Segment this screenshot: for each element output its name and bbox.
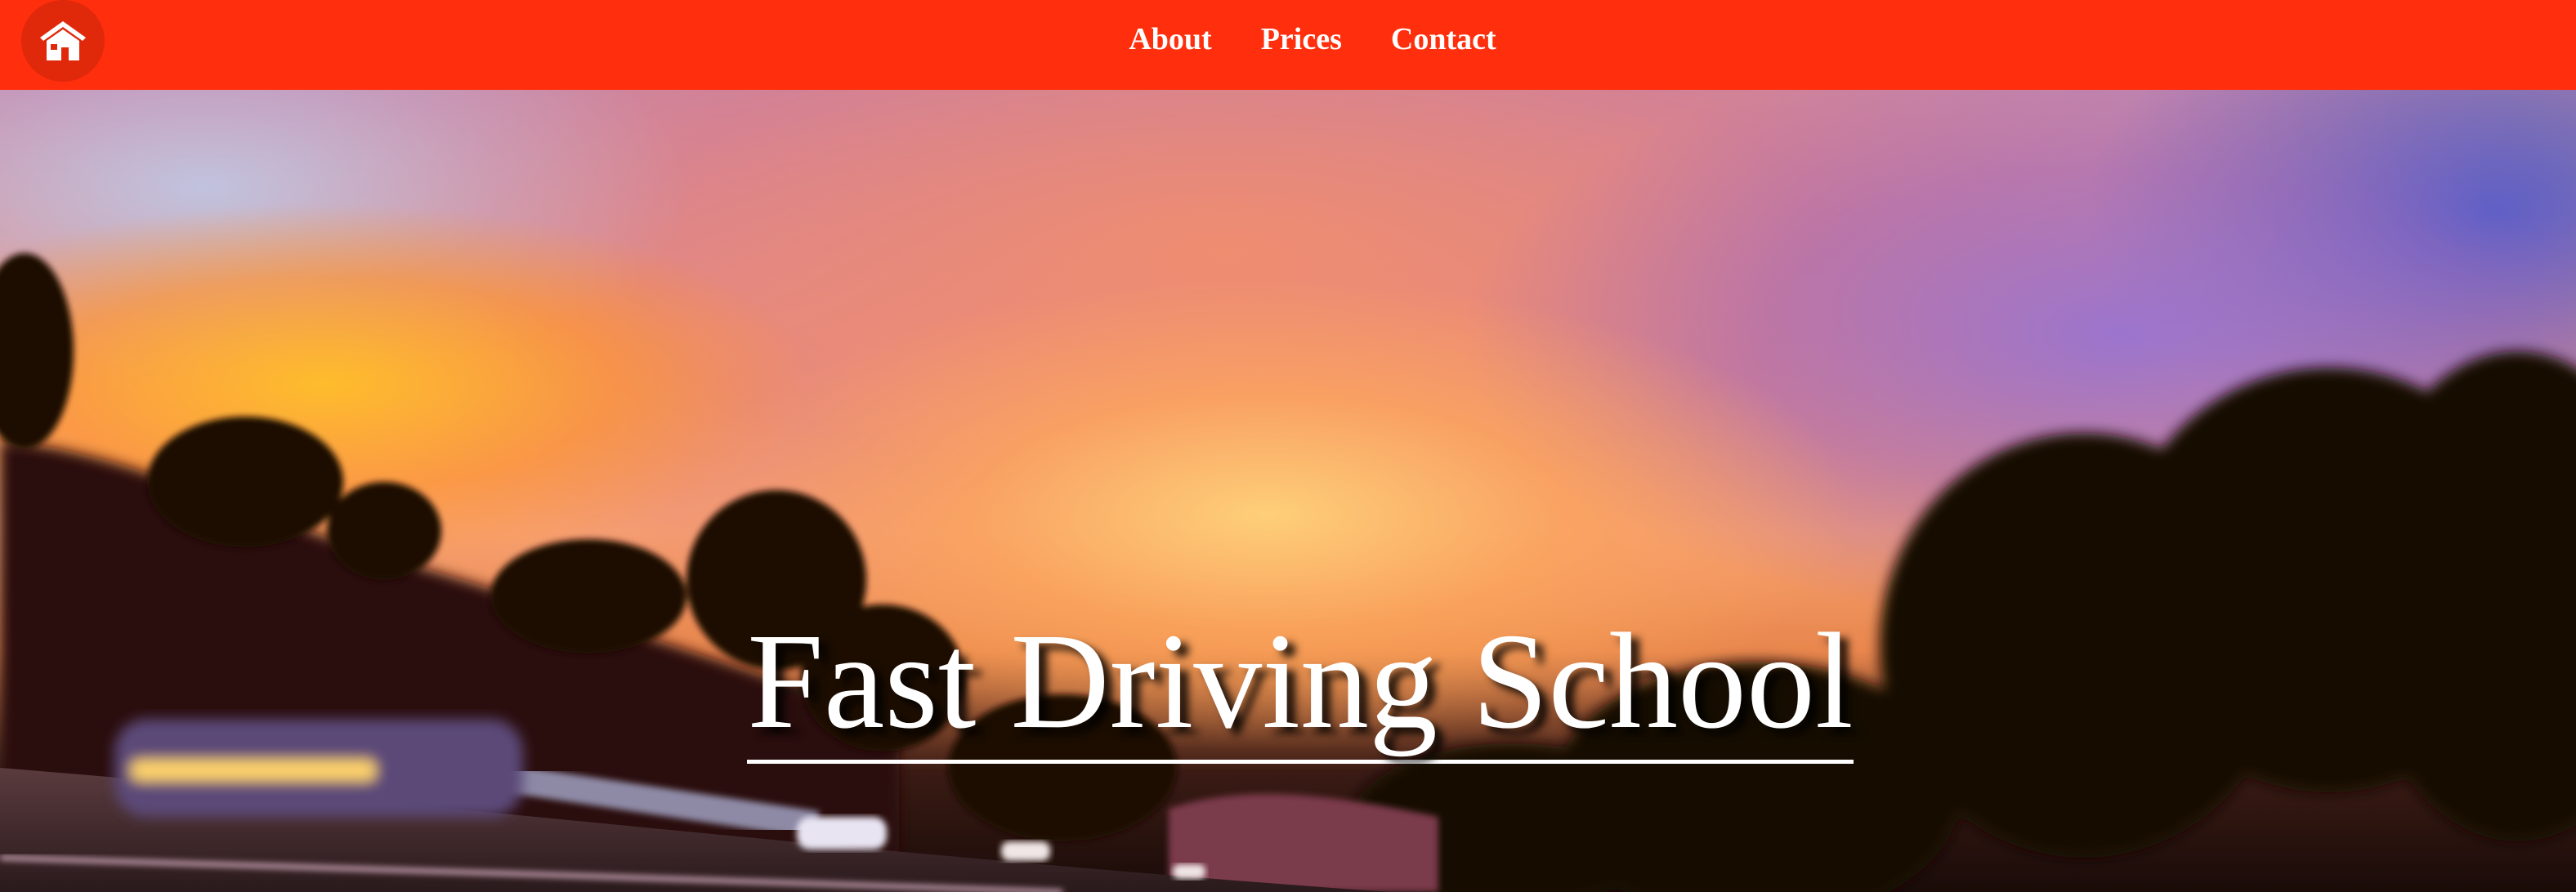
nav-link-prices[interactable]: Prices xyxy=(1261,21,1342,57)
nav-link-about[interactable]: About xyxy=(1129,21,1211,57)
main-nav: About Prices Contact xyxy=(0,0,2576,78)
hero-banner: Fast Driving School xyxy=(0,90,2576,892)
hero-background-image xyxy=(0,253,2576,892)
hero-title-wrapper: Fast Driving School xyxy=(0,613,2576,764)
hero-title: Fast Driving School xyxy=(747,613,1854,764)
nav-link-contact[interactable]: Contact xyxy=(1391,21,1496,57)
top-navbar: About Prices Contact xyxy=(0,0,2576,90)
